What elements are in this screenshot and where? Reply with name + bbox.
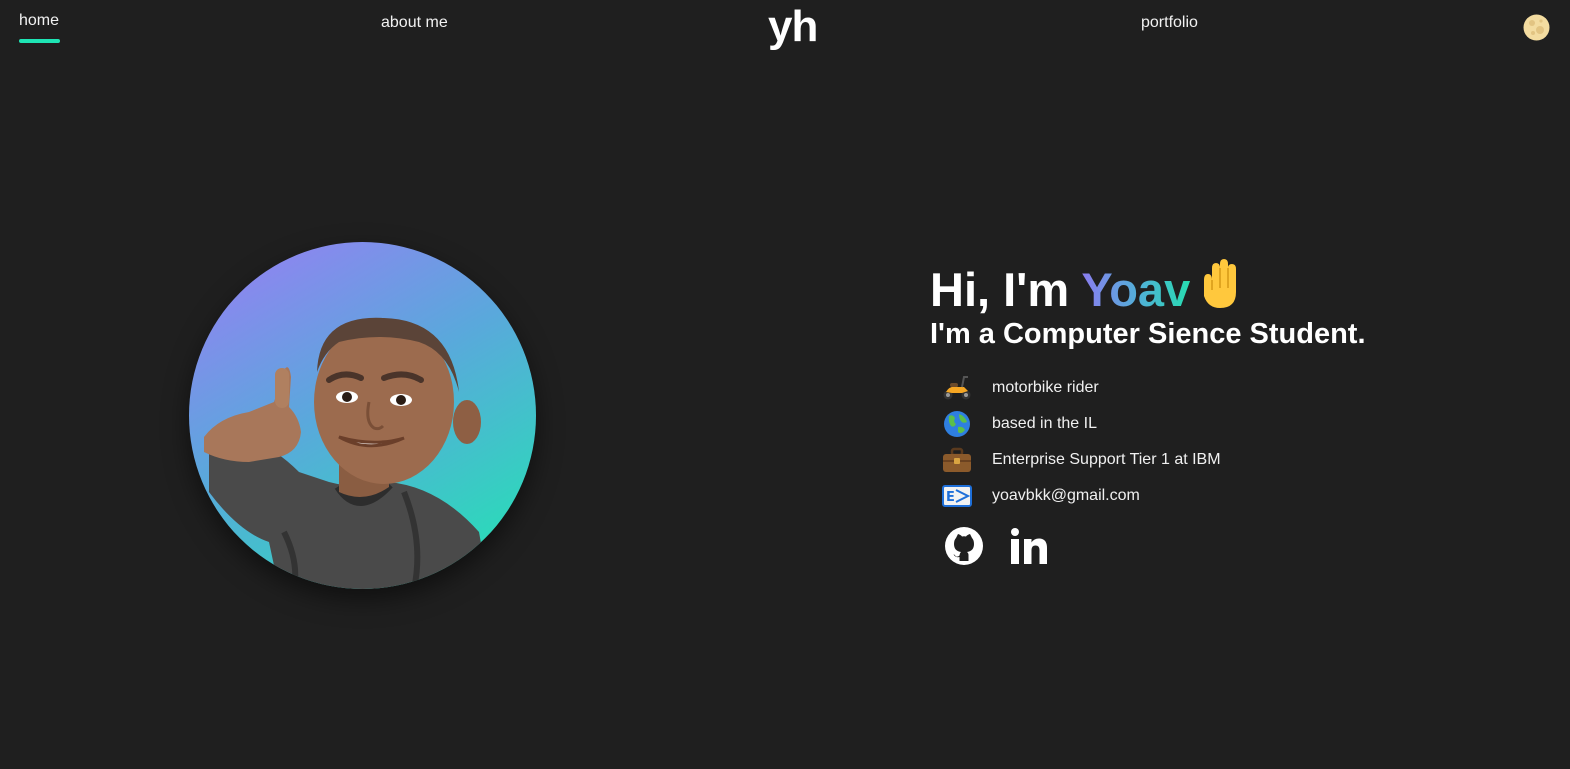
profile-avatar: [189, 242, 536, 589]
nav-active-underline: [19, 39, 60, 43]
hero-name: Yoav: [1081, 263, 1191, 316]
github-icon: [945, 527, 983, 565]
briefcase-icon: [942, 445, 972, 475]
fact-text: motorbike rider: [992, 379, 1099, 396]
facts-list: motorbike rider based in the IL Enterpri…: [942, 370, 1442, 514]
nav-home-label: home: [19, 12, 60, 29]
fact-text: Enterprise Support Tier 1 at IBM: [992, 451, 1221, 468]
email-icon: E: [942, 481, 972, 511]
fact-text: based in the IL: [992, 415, 1097, 432]
github-link[interactable]: [942, 524, 986, 568]
list-item: motorbike rider: [942, 370, 1442, 406]
fact-email[interactable]: yoavbkk@gmail.com: [992, 487, 1140, 505]
nav-portfolio-link[interactable]: portfolio: [1141, 14, 1198, 32]
hero-subtitle: I'm a Computer Sience Student.: [930, 318, 1366, 350]
top-navbar: home about me yh portfolio: [0, 0, 1570, 60]
globe-icon: [942, 409, 972, 439]
memoji-avatar: [204, 317, 489, 589]
greeting-prefix: Hi, I'm: [930, 263, 1082, 316]
hero-headline: Hi, I'm Yoav: [930, 258, 1242, 324]
linkedin-link[interactable]: [1008, 524, 1052, 568]
list-item: E yoavbkk@gmail.com: [942, 478, 1442, 514]
theme-toggle-button[interactable]: [1523, 14, 1550, 41]
list-item: Enterprise Support Tier 1 at IBM: [942, 442, 1442, 478]
moon-icon: [1523, 14, 1550, 41]
raised-hand-icon: [1196, 258, 1242, 324]
site-logo[interactable]: yh: [768, 2, 818, 52]
scooter-icon: [942, 373, 972, 403]
nav-home-link[interactable]: home: [19, 12, 60, 43]
nav-about-link[interactable]: about me: [381, 14, 448, 32]
list-item: based in the IL: [942, 406, 1442, 442]
linkedin-icon: [1011, 528, 1047, 564]
svg-text:E: E: [946, 490, 955, 505]
